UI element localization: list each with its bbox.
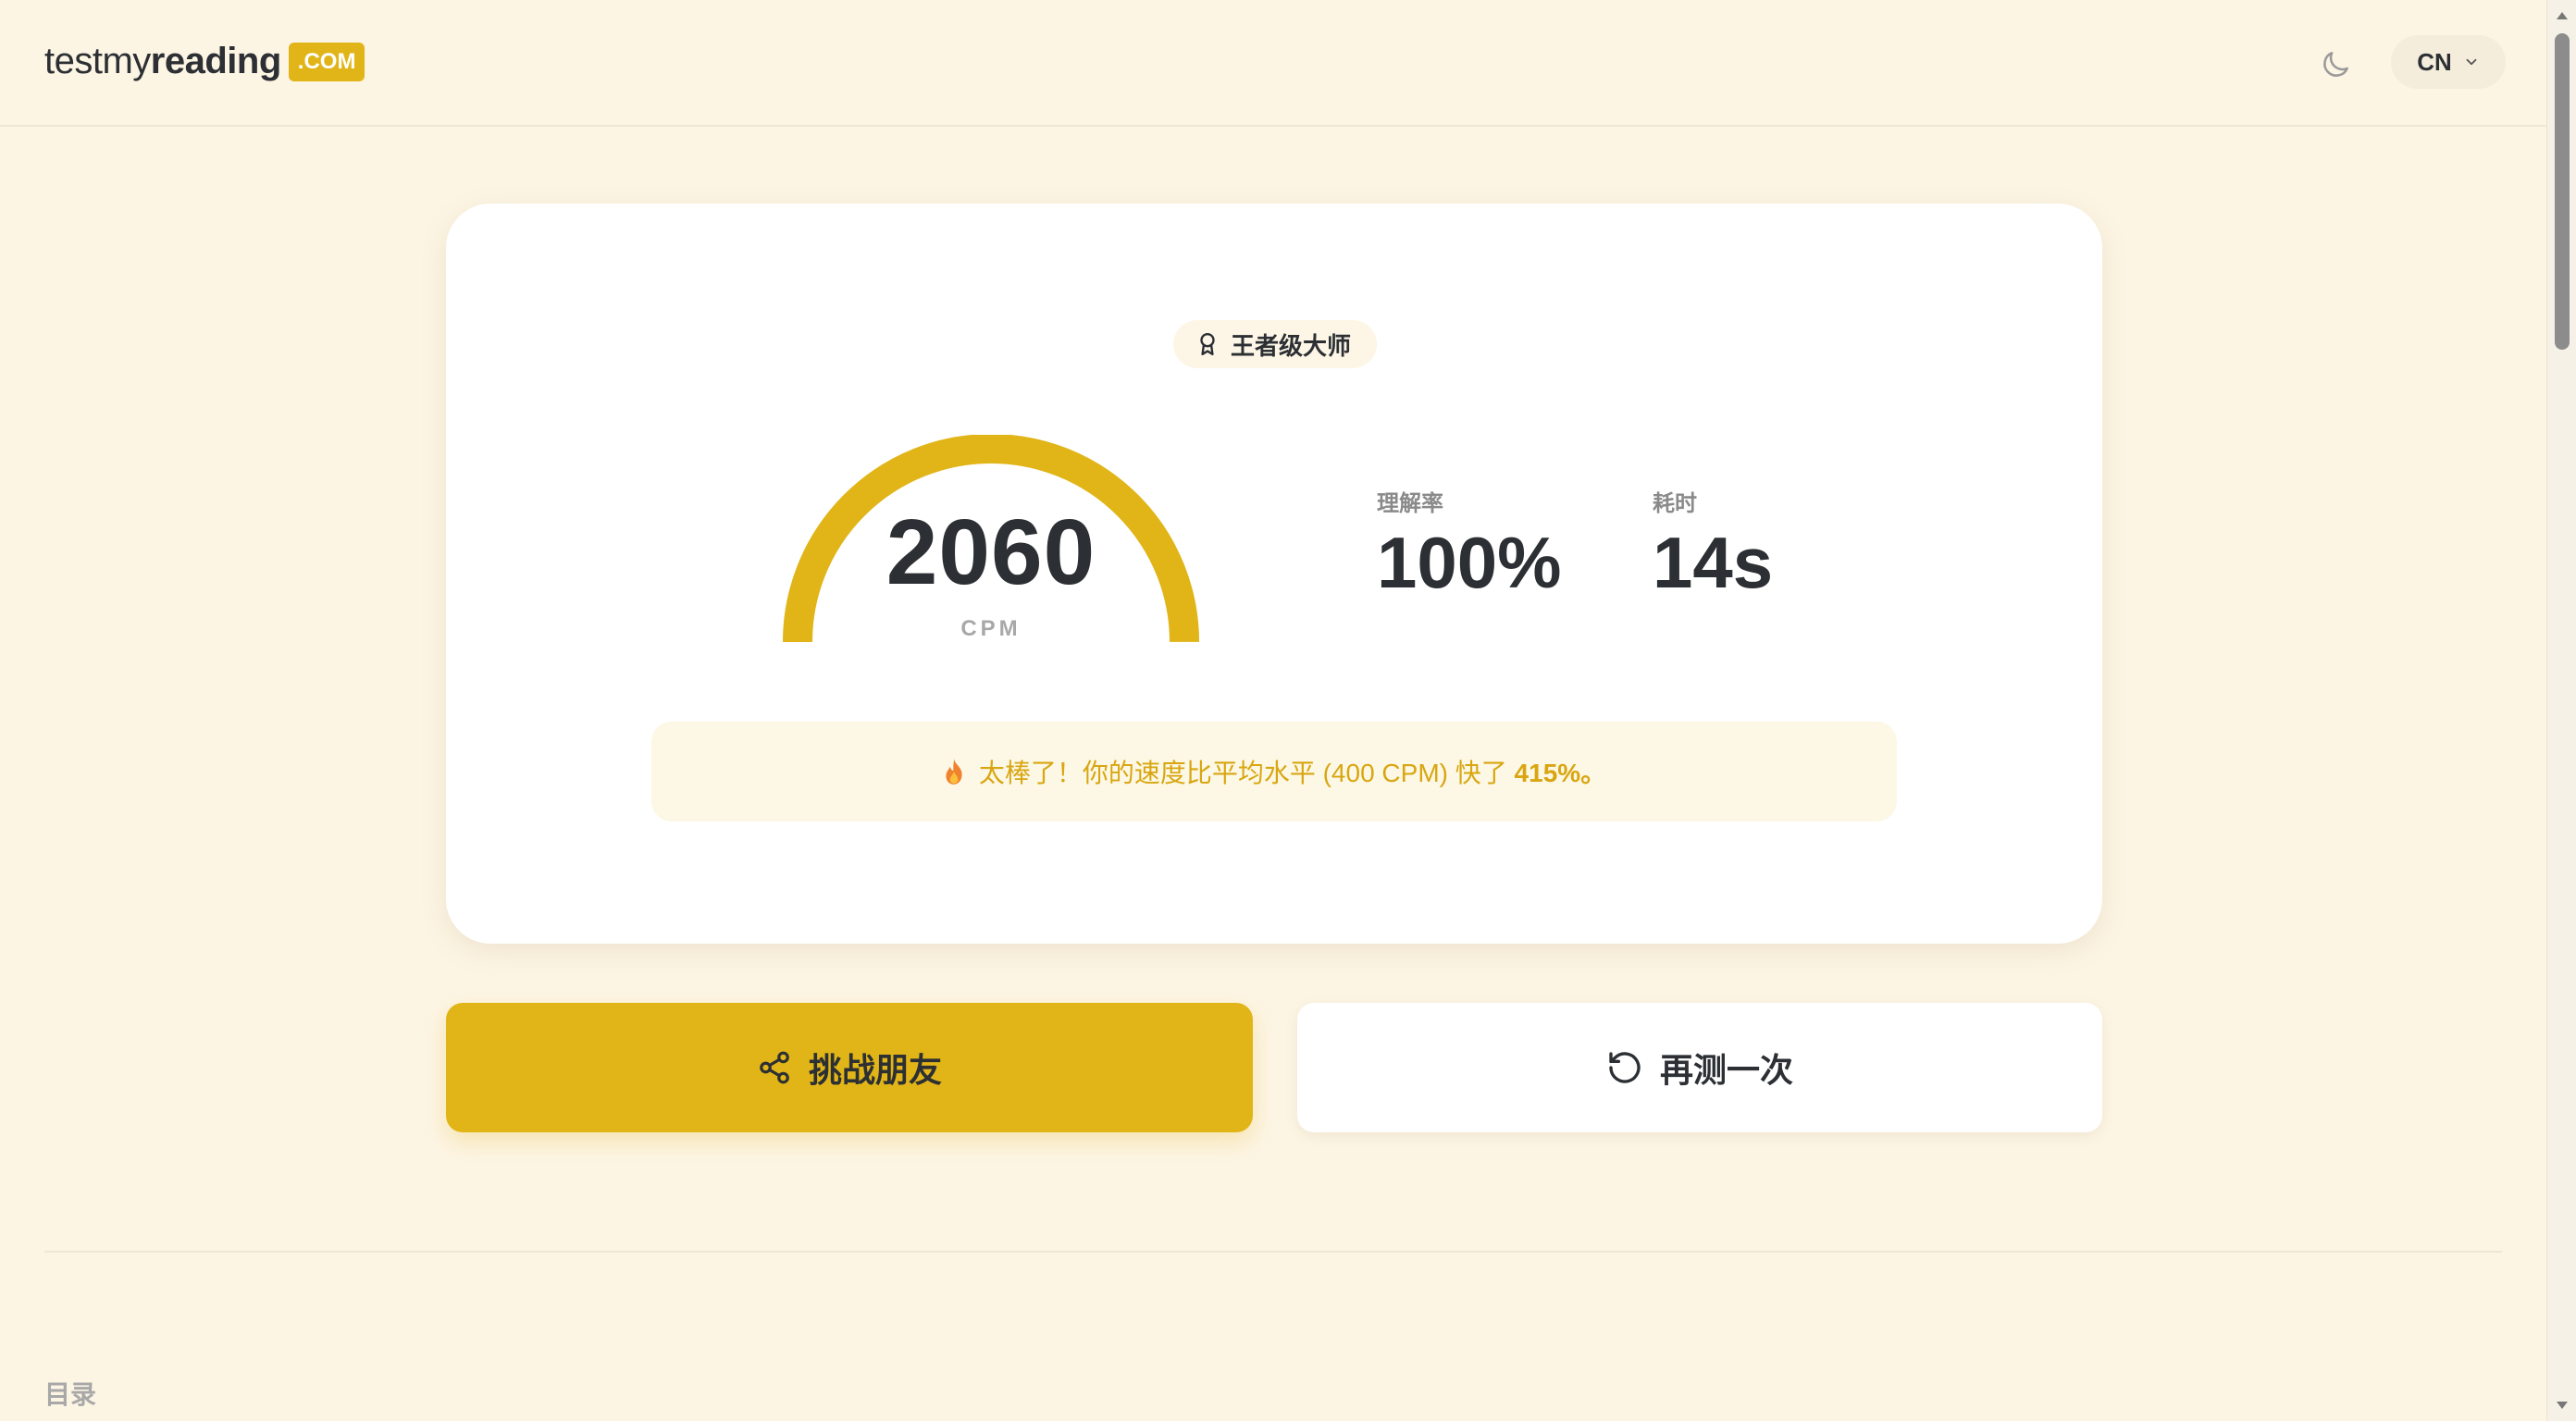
award-icon	[1200, 332, 1215, 356]
result-card: 王者级大师 2060 CPM 理解率 100% 耗时 14s 太棒了！你的速度比…	[446, 204, 2102, 944]
logo-text-testmy: testmy	[44, 41, 151, 81]
fire-icon	[946, 759, 962, 785]
comprehension-value: 100%	[1377, 522, 1562, 603]
top-bar: testmy reading .COM CN	[0, 0, 2546, 127]
comprehension-stat: 理解率 100%	[1377, 485, 1562, 599]
retry-icon	[1609, 1052, 1641, 1083]
challenge-button-label: 挑战朋友	[808, 1051, 942, 1089]
time-value: 14s	[1653, 522, 1774, 603]
scrollbar-thumb[interactable]	[2555, 33, 2570, 350]
speed-unit: CPM	[960, 616, 1022, 641]
feedback-message: 太棒了！你的速度比平均水平 (400 CPM) 快了 415%。	[979, 753, 1606, 790]
arrow-up-icon	[2557, 12, 2568, 19]
speed-value: 2060	[886, 500, 1096, 604]
logo-text-reading: reading	[150, 41, 281, 81]
comprehension-label: 理解率	[1377, 491, 1443, 516]
vertical-scrollbar[interactable]	[2546, 0, 2576, 1421]
challenge-friends-button[interactable]: 挑战朋友	[446, 1003, 1253, 1132]
time-label: 耗时	[1653, 491, 1697, 516]
language-label: CN	[2417, 47, 2452, 76]
site-logo[interactable]: testmy reading .COM	[44, 41, 365, 82]
theme-toggle-button[interactable]	[2311, 41, 2359, 89]
rank-label: 王者级大师	[1231, 331, 1352, 360]
moon-icon	[2323, 52, 2348, 77]
language-select[interactable]: CN	[2391, 35, 2506, 89]
feedback-text: 太棒了！你的速度比平均水平 (400 CPM) 快了	[978, 759, 1515, 787]
retry-test-button[interactable]: 再测一次	[1297, 1003, 2102, 1132]
rank-badge: 王者级大师	[1173, 320, 1378, 368]
retry-button-label: 再测一次	[1659, 1051, 1793, 1089]
logo-badge: .COM	[288, 42, 365, 81]
speed-gauge: 2060 CPM	[783, 435, 1199, 648]
toc-heading: 目录	[44, 1380, 97, 1409]
feedback-banner: 太棒了！你的速度比平均水平 (400 CPM) 快了 415%。	[651, 722, 1897, 822]
chevron-down-icon	[2466, 58, 2477, 66]
share-icon	[760, 1051, 789, 1084]
section-divider	[44, 1251, 2502, 1253]
feedback-percent: 415%。	[1514, 759, 1607, 787]
page: testmy reading .COM CN 王者级大师 2060 CPM 理解…	[0, 0, 2576, 1421]
arrow-down-icon	[2557, 1402, 2568, 1409]
scroll-up-arrow[interactable]	[2547, 4, 2576, 28]
time-stat: 耗时 14s	[1653, 485, 1773, 599]
scroll-down-arrow[interactable]	[2547, 1393, 2576, 1417]
